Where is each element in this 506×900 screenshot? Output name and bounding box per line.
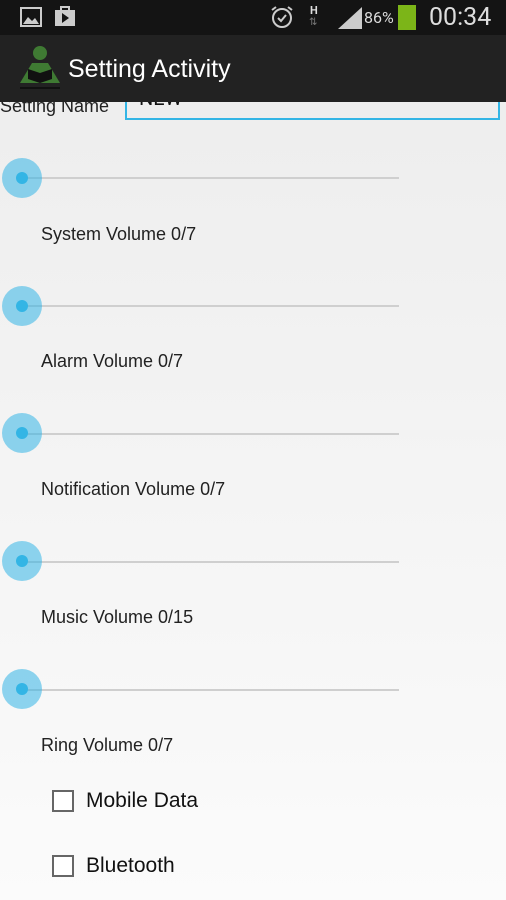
bluetooth-checkbox[interactable] <box>52 855 74 877</box>
gallery-icon <box>20 7 42 27</box>
setting-name-input[interactable]: NEW <box>125 102 500 120</box>
mobile-data-checkbox[interactable] <box>52 790 74 812</box>
mobile-data-label[interactable]: Mobile Data <box>86 789 198 813</box>
clock: 00:34 <box>429 3 492 32</box>
slider-thumb[interactable] <box>2 158 42 198</box>
battery-percent: 86% <box>364 8 394 27</box>
slider-thumb[interactable] <box>2 669 42 709</box>
action-bar: Setting Activity <box>0 35 506 102</box>
system-volume-label: System Volume 0/7 <box>41 224 197 244</box>
settings-form: Setting Name NEW System Volume 0/7 Alarm… <box>0 102 506 900</box>
setting-name-value: NEW <box>139 102 182 110</box>
reading-person-icon[interactable] <box>18 45 62 91</box>
battery-icon <box>398 5 416 30</box>
data-arrows-icon: ⇅ <box>309 17 318 28</box>
setting-name-label: Setting Name <box>0 102 110 116</box>
ring-volume-label: Ring Volume 0/7 <box>41 735 174 755</box>
signal-icon <box>338 7 362 29</box>
slider-thumb[interactable] <box>2 541 42 581</box>
status-bar: H ⇅ 86% 00:34 <box>0 0 506 35</box>
alarm-icon <box>271 6 293 28</box>
bluetooth-label[interactable]: Bluetooth <box>86 854 175 878</box>
play-store-icon <box>55 6 75 26</box>
slider-thumb[interactable] <box>2 286 42 326</box>
music-volume-label: Music Volume 0/15 <box>41 607 194 627</box>
notification-volume-label: Notification Volume 0/7 <box>41 479 226 499</box>
alarm-volume-label: Alarm Volume 0/7 <box>41 351 184 371</box>
network-type: H <box>310 4 318 17</box>
app-title: Setting Activity <box>68 55 231 83</box>
slider-thumb[interactable] <box>2 413 42 453</box>
